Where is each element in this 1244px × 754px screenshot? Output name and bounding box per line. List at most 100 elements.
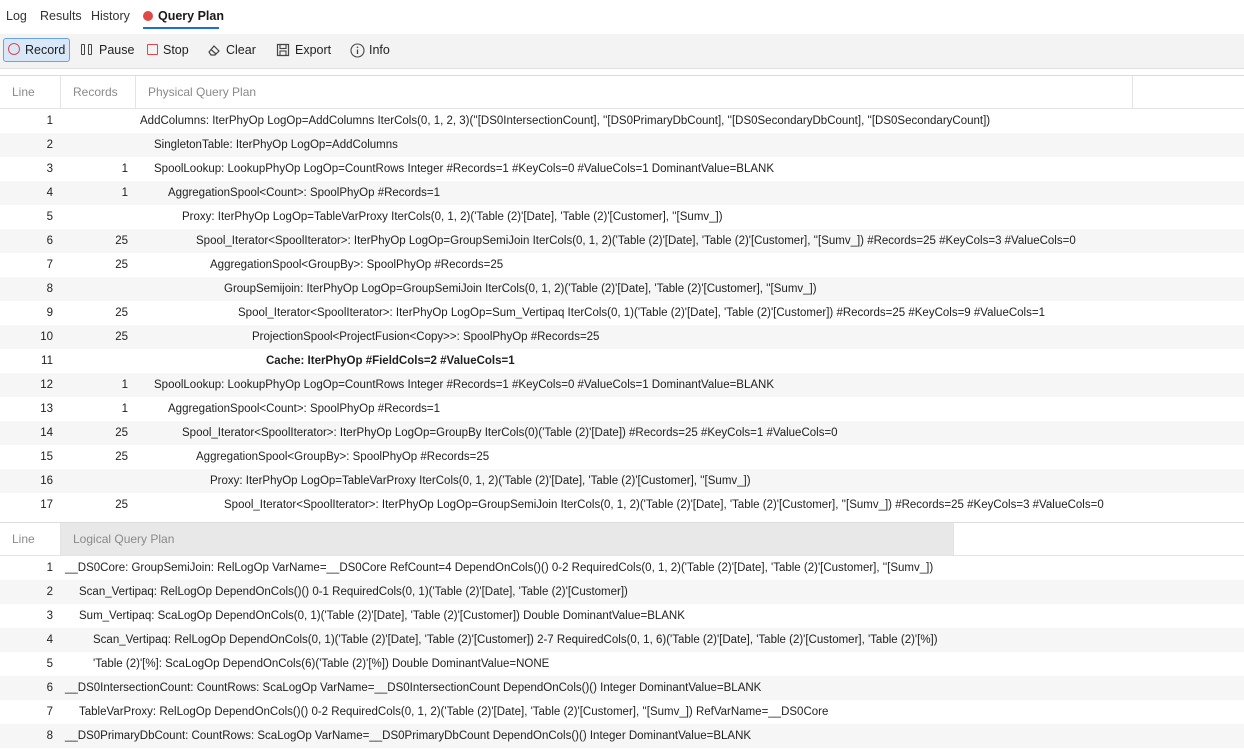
column-header-logical-plan[interactable]: Logical Query Plan bbox=[61, 523, 954, 555]
logical-plan-header: Line Logical Query Plan bbox=[0, 523, 1244, 556]
record-label: Record bbox=[25, 43, 66, 57]
line-number: 3 bbox=[46, 610, 53, 622]
tab-results[interactable]: Results bbox=[40, 9, 82, 23]
line-number: 7 bbox=[46, 259, 53, 271]
physical-plan-header: Line Records Physical Query Plan bbox=[0, 76, 1244, 109]
table-row[interactable]: 3 1 SpoolLookup: LookupPhyOp LogOp=CountRo… bbox=[0, 157, 1244, 181]
column-header-line[interactable]: Line bbox=[0, 76, 61, 108]
plan-operator: AggregationSpool<Count>: SpoolPhyOp #Rec… bbox=[168, 187, 441, 199]
clear-label: Clear bbox=[226, 43, 256, 57]
plan-operator: __DS0PrimaryDbCount: CountRows: ScaLogOp… bbox=[65, 730, 752, 742]
table-row[interactable]: 16 Proxy: IterPhyOp LogOp=TableVarProxy I… bbox=[0, 469, 1244, 493]
table-row[interactable]: 5 Proxy: IterPhyOp LogOp=TableVarProxy It… bbox=[0, 205, 1244, 229]
column-header-line[interactable]: Line bbox=[0, 523, 61, 555]
table-row[interactable]: 8 GroupSemijoin: IterPhyOp LogOp=GroupSem… bbox=[0, 277, 1244, 301]
pause-label: Pause bbox=[99, 43, 135, 57]
info-button[interactable]: Info bbox=[346, 38, 394, 62]
logical-plan-rows: 1 __DS0Core: GroupSemiJoin: RelLogOp VarN… bbox=[0, 556, 1244, 748]
eraser-icon bbox=[207, 43, 221, 57]
table-row[interactable]: 2 Scan_Vertipaq: RelLogOp DependOnCols()(… bbox=[0, 580, 1244, 604]
record-button[interactable]: Record bbox=[3, 38, 70, 62]
line-number: 6 bbox=[46, 682, 53, 694]
line-number: 8 bbox=[46, 730, 53, 742]
physical-plan-rows: 1 AddColumns: IterPhyOp LogOp=AddColumns … bbox=[0, 109, 1244, 517]
line-number: 4 bbox=[46, 187, 53, 199]
table-row[interactable]: 1 __DS0Core: GroupSemiJoin: RelLogOp VarN… bbox=[0, 556, 1244, 580]
line-number: 4 bbox=[46, 634, 53, 646]
plan-operator: Spool_Iterator<SpoolIterator>: IterPhyOp… bbox=[238, 307, 1045, 319]
table-row[interactable]: 4 1 AggregationSpool<Count>: SpoolPhyOp #R… bbox=[0, 181, 1244, 205]
table-row[interactable]: 1 AddColumns: IterPhyOp LogOp=AddColumns … bbox=[0, 109, 1244, 133]
table-row[interactable]: 5 'Table (2)'[%]: ScaLogOp DependOnCols(6… bbox=[0, 652, 1244, 676]
plan-operator: ProjectionSpool<ProjectFusion<Copy>>: Sp… bbox=[252, 331, 600, 343]
line-number: 2 bbox=[46, 139, 53, 151]
plan-operator: 'Table (2)'[%]: ScaLogOp DependOnCols(6)… bbox=[93, 658, 550, 670]
table-row[interactable]: 9 25 Spool_Iterator<SpoolIterator>: IterPh… bbox=[0, 301, 1244, 325]
table-row[interactable]: 17 25 Spool_Iterator<SpoolIterator>: IterP… bbox=[0, 493, 1244, 517]
plan-operator: Cache: IterPhyOp #FieldCols=2 #ValueCols… bbox=[266, 355, 515, 367]
line-number: 11 bbox=[41, 355, 53, 367]
plan-operator: TableVarProxy: RelLogOp DependOnCols()()… bbox=[79, 706, 829, 718]
line-number: 13 bbox=[40, 403, 53, 415]
plan-operator: Scan_Vertipaq: RelLogOp DependOnCols(0, … bbox=[93, 634, 938, 646]
plan-operator: GroupSemijoin: IterPhyOp LogOp=GroupSemi… bbox=[224, 283, 817, 295]
table-row[interactable]: 15 25 AggregationSpool<GroupBy>: SpoolPhyO… bbox=[0, 445, 1244, 469]
record-icon bbox=[8, 43, 20, 55]
export-label: Export bbox=[295, 43, 332, 57]
line-number: 6 bbox=[46, 235, 53, 247]
tab-log[interactable]: Log bbox=[6, 9, 27, 23]
line-number: 8 bbox=[46, 283, 53, 295]
table-row[interactable]: 13 1 AggregationSpool<Count>: SpoolPhyOp #… bbox=[0, 397, 1244, 421]
table-row[interactable]: 3 Sum_Vertipaq: ScaLogOp DependOnCols(0, … bbox=[0, 604, 1244, 628]
line-number: 3 bbox=[46, 163, 53, 175]
records-count: 25 bbox=[115, 451, 128, 463]
line-number: 16 bbox=[40, 475, 53, 487]
records-count: 25 bbox=[115, 427, 128, 439]
plan-operator: Spool_Iterator<SpoolIterator>: IterPhyOp… bbox=[196, 235, 1076, 247]
active-tab-indicator bbox=[143, 27, 219, 29]
tab-query-plan[interactable]: Query Plan bbox=[143, 9, 224, 23]
records-count: 1 bbox=[121, 163, 128, 175]
column-header-records[interactable]: Records bbox=[61, 76, 136, 108]
clear-button[interactable]: Clear bbox=[203, 38, 260, 62]
stop-button[interactable]: Stop bbox=[143, 38, 193, 62]
table-row[interactable]: 2 SingletonTable: IterPhyOp LogOp=AddColu… bbox=[0, 133, 1244, 157]
tab-bar: Log Results History Query Plan bbox=[0, 0, 1244, 35]
plan-operator: SpoolLookup: LookupPhyOp LogOp=CountRows… bbox=[154, 379, 775, 391]
table-row[interactable]: 12 1 SpoolLookup: LookupPhyOp LogOp=CountR… bbox=[0, 373, 1244, 397]
table-row[interactable]: 11 Cache: IterPhyOp #FieldCols=2 #ValueCo… bbox=[0, 349, 1244, 373]
line-number: 5 bbox=[46, 211, 53, 223]
column-header-physical-plan[interactable]: Physical Query Plan bbox=[136, 76, 1133, 108]
pause-button[interactable]: Pause bbox=[76, 38, 138, 62]
stop-icon bbox=[147, 44, 158, 55]
info-icon bbox=[350, 43, 365, 58]
table-row[interactable]: 10 25 ProjectionSpool<ProjectFusion<Copy>>… bbox=[0, 325, 1244, 349]
line-number: 17 bbox=[40, 499, 53, 511]
table-row[interactable]: 6 25 Spool_Iterator<SpoolIterator>: IterPh… bbox=[0, 229, 1244, 253]
logical-plan-grid: Line Logical Query Plan 1 __DS0Core: Grou… bbox=[0, 522, 1244, 754]
table-row[interactable]: 4 Scan_Vertipaq: RelLogOp DependOnCols(0,… bbox=[0, 628, 1244, 652]
table-row[interactable]: 7 TableVarProxy: RelLogOp DependOnCols()(… bbox=[0, 700, 1244, 724]
line-number: 2 bbox=[46, 586, 53, 598]
physical-plan-grid: Line Records Physical Query Plan 1 AddCol… bbox=[0, 75, 1244, 517]
line-number: 7 bbox=[46, 706, 53, 718]
table-row[interactable]: 14 25 Spool_Iterator<SpoolIterator>: IterP… bbox=[0, 421, 1244, 445]
table-row[interactable]: 8 __DS0PrimaryDbCount: CountRows: ScaLogO… bbox=[0, 724, 1244, 748]
export-button[interactable]: Export bbox=[272, 38, 335, 62]
line-number: 12 bbox=[40, 379, 53, 391]
plan-operator: Scan_Vertipaq: RelLogOp DependOnCols()()… bbox=[79, 586, 628, 598]
plan-operator: Spool_Iterator<SpoolIterator>: IterPhyOp… bbox=[224, 499, 1104, 511]
table-row[interactable]: 7 25 AggregationSpool<GroupBy>: SpoolPhyOp… bbox=[0, 253, 1244, 277]
plan-operator: AggregationSpool<Count>: SpoolPhyOp #Rec… bbox=[168, 403, 441, 415]
plan-operator: SpoolLookup: LookupPhyOp LogOp=CountRows… bbox=[154, 163, 775, 175]
table-row[interactable]: 6 __DS0IntersectionCount: CountRows: ScaL… bbox=[0, 676, 1244, 700]
line-number: 10 bbox=[40, 331, 53, 343]
tab-history[interactable]: History bbox=[91, 9, 130, 23]
records-count: 25 bbox=[115, 235, 128, 247]
pause-icon bbox=[80, 43, 94, 57]
info-label: Info bbox=[369, 43, 390, 57]
line-number: 1 bbox=[46, 115, 53, 127]
line-number: 14 bbox=[40, 427, 53, 439]
plan-operator: AggregationSpool<GroupBy>: SpoolPhyOp #R… bbox=[210, 259, 504, 271]
tab-query-plan-label: Query Plan bbox=[158, 9, 224, 23]
